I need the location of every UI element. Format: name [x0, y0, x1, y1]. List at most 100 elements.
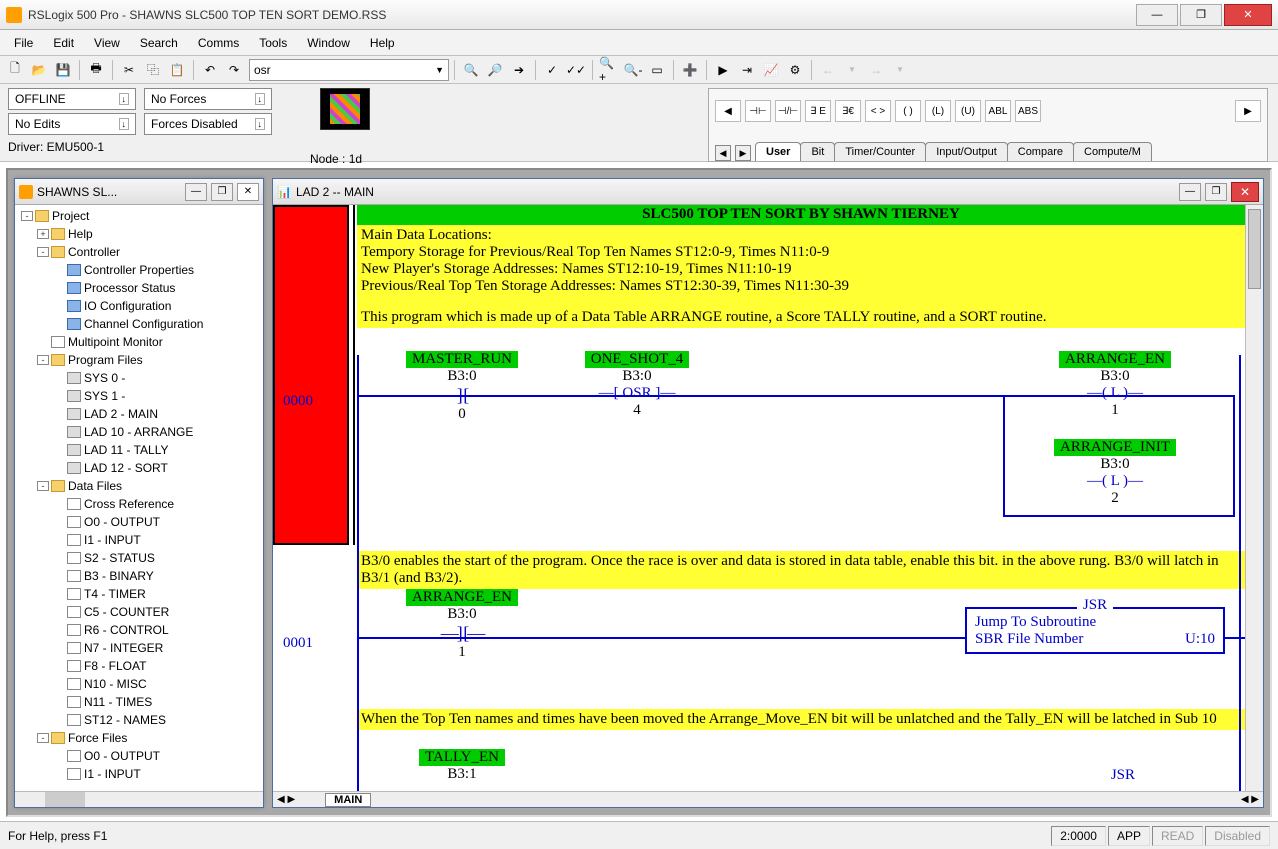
- tree-item[interactable]: O0 - OUTPUT: [15, 513, 263, 531]
- tree-titlebar[interactable]: SHAWNS SL... — ❐ ✕: [15, 179, 263, 205]
- save-icon[interactable]: 💾: [52, 59, 74, 81]
- fwd-icon[interactable]: →: [865, 59, 887, 81]
- ladder-max-button[interactable]: ❐: [1205, 183, 1227, 201]
- menu-tools[interactable]: Tools: [249, 32, 297, 54]
- tree-hscroll[interactable]: [15, 791, 263, 807]
- ladder-vscroll[interactable]: [1245, 205, 1263, 791]
- close-button[interactable]: ✕: [1224, 4, 1272, 26]
- chart-icon[interactable]: 📈: [760, 59, 782, 81]
- tree-item[interactable]: N10 - MISC: [15, 675, 263, 693]
- tree-close-button[interactable]: ✕: [237, 183, 259, 201]
- config-icon[interactable]: ⚙: [784, 59, 806, 81]
- tree-item[interactable]: -Force Files: [15, 729, 263, 747]
- pal-btn-1[interactable]: ⊣/⊢: [775, 100, 801, 122]
- minimize-button[interactable]: —: [1136, 4, 1178, 26]
- palette-nav-right[interactable]: ▶: [1235, 100, 1261, 122]
- ladder-titlebar[interactable]: 📊 LAD 2 -- MAIN — ❐ ✕: [273, 179, 1263, 205]
- tree-item[interactable]: Cross Reference: [15, 495, 263, 513]
- tree-item[interactable]: C5 - COUNTER: [15, 603, 263, 621]
- ladder-content[interactable]: SLC500 TOP TEN SORT BY SHAWN TIERNEY Mai…: [273, 205, 1245, 791]
- palette-tab-right[interactable]: ▶: [735, 145, 751, 161]
- tree-item[interactable]: LAD 12 - SORT: [15, 459, 263, 477]
- tree-item[interactable]: R6 - CONTROL: [15, 621, 263, 639]
- tree-item[interactable]: B3 - BINARY: [15, 567, 263, 585]
- pal-btn-3[interactable]: ∃€: [835, 100, 861, 122]
- tree-item[interactable]: Channel Configuration: [15, 315, 263, 333]
- tree-item[interactable]: LAD 11 - TALLY: [15, 441, 263, 459]
- ladder-hscroll[interactable]: ◀ ▶ MAIN ◀ ▶: [273, 791, 1263, 807]
- copy-icon[interactable]: ⿻: [142, 59, 164, 81]
- mode-dropdown[interactable]: OFFLINE↓: [8, 88, 136, 110]
- pal-btn-8[interactable]: ABL: [985, 100, 1011, 122]
- tree-item[interactable]: N7 - INTEGER: [15, 639, 263, 657]
- tree-item[interactable]: Multipoint Monitor: [15, 333, 263, 351]
- search-combo[interactable]: osr ▼: [249, 59, 449, 81]
- edits-dropdown[interactable]: No Edits↓: [8, 113, 136, 135]
- ladder-min-button[interactable]: —: [1179, 183, 1201, 201]
- rung-1[interactable]: ARRANGE_EN B3:0 —] [— 1 JSR Jump To Subr…: [357, 589, 1245, 709]
- cut-icon[interactable]: ✂: [118, 59, 140, 81]
- tree-item[interactable]: Processor Status: [15, 279, 263, 297]
- tree-item[interactable]: S2 - STATUS: [15, 549, 263, 567]
- tree-max-button[interactable]: ❐: [211, 183, 233, 201]
- back-dd-icon[interactable]: ▼: [841, 59, 863, 81]
- find-icon[interactable]: 🔍: [460, 59, 482, 81]
- menu-view[interactable]: View: [84, 32, 130, 54]
- zoom-in-icon[interactable]: 🔍+: [598, 59, 620, 81]
- tree-item[interactable]: N11 - TIMES: [15, 693, 263, 711]
- tree-item[interactable]: T4 - TIMER: [15, 585, 263, 603]
- pal-btn-6[interactable]: (L): [925, 100, 951, 122]
- palette-tab-user[interactable]: User: [755, 142, 801, 161]
- run-icon[interactable]: ▶: [712, 59, 734, 81]
- palette-tab-timer[interactable]: Timer/Counter: [834, 142, 926, 161]
- menu-help[interactable]: Help: [360, 32, 405, 54]
- tree-min-button[interactable]: —: [185, 183, 207, 201]
- print-icon[interactable]: 🖶: [85, 59, 107, 81]
- tree-item[interactable]: -Controller: [15, 243, 263, 261]
- tree-item[interactable]: I1 - INPUT: [15, 531, 263, 549]
- ladder-close-button[interactable]: ✕: [1231, 182, 1259, 202]
- tree-item[interactable]: -Data Files: [15, 477, 263, 495]
- tree-item[interactable]: Controller Properties: [15, 261, 263, 279]
- palette-tab-io[interactable]: Input/Output: [925, 142, 1008, 161]
- tree-item[interactable]: I1 - INPUT: [15, 765, 263, 783]
- tree-item[interactable]: LAD 2 - MAIN: [15, 405, 263, 423]
- menu-edit[interactable]: Edit: [43, 32, 84, 54]
- tree-item[interactable]: O0 - OUTPUT: [15, 747, 263, 765]
- tree-item[interactable]: ST12 - NAMES: [15, 711, 263, 729]
- forces-enabled-dropdown[interactable]: Forces Disabled↓: [144, 113, 272, 135]
- zoom-out-icon[interactable]: 🔍-: [622, 59, 644, 81]
- window-icon[interactable]: ▭: [646, 59, 668, 81]
- tree-item[interactable]: IO Configuration: [15, 297, 263, 315]
- find-next-icon[interactable]: 🔎: [484, 59, 506, 81]
- palette-nav-left[interactable]: ◀: [715, 100, 741, 122]
- palette-tab-compute[interactable]: Compute/M: [1073, 142, 1152, 161]
- tree-item[interactable]: SYS 1 -: [15, 387, 263, 405]
- menu-file[interactable]: File: [4, 32, 43, 54]
- new-icon[interactable]: 🗋: [4, 59, 26, 81]
- goto-icon[interactable]: ➔: [508, 59, 530, 81]
- forces-dropdown[interactable]: No Forces↓: [144, 88, 272, 110]
- add-icon[interactable]: ➕: [679, 59, 701, 81]
- open-icon[interactable]: 📂: [28, 59, 50, 81]
- tree-item[interactable]: +Help: [15, 225, 263, 243]
- undo-icon[interactable]: ↶: [199, 59, 221, 81]
- verify-icon[interactable]: ✓: [541, 59, 563, 81]
- pal-btn-0[interactable]: ⊣⊢: [745, 100, 771, 122]
- step-icon[interactable]: ⇥: [736, 59, 758, 81]
- verify-all-icon[interactable]: ✓✓: [565, 59, 587, 81]
- back-icon[interactable]: ←: [817, 59, 839, 81]
- menu-window[interactable]: Window: [297, 32, 360, 54]
- palette-tab-left[interactable]: ◀: [715, 145, 731, 161]
- paste-icon[interactable]: 📋: [166, 59, 188, 81]
- pal-btn-2[interactable]: ∃ E: [805, 100, 831, 122]
- maximize-button[interactable]: ❐: [1180, 4, 1222, 26]
- tree-item[interactable]: LAD 10 - ARRANGE: [15, 423, 263, 441]
- pal-btn-9[interactable]: ABS: [1015, 100, 1041, 122]
- ladder-tab-main[interactable]: MAIN: [325, 793, 371, 807]
- pal-btn-7[interactable]: (U): [955, 100, 981, 122]
- pal-btn-5[interactable]: ( ): [895, 100, 921, 122]
- rung-2[interactable]: TALLY_EN B3:1 JSR: [357, 749, 1245, 791]
- tree-item[interactable]: -Program Files: [15, 351, 263, 369]
- pal-btn-4[interactable]: < >: [865, 100, 891, 122]
